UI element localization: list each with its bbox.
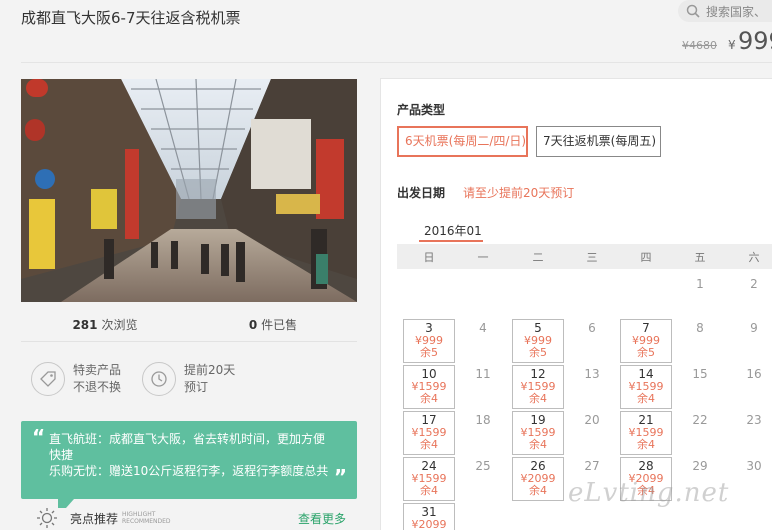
calendar-day: 9 bbox=[750, 321, 758, 335]
departure-date-title: 出发日期 bbox=[397, 186, 446, 200]
sold-count: 0 bbox=[248, 318, 258, 332]
calendar-day: 23 bbox=[746, 413, 762, 427]
calendar-day: 20 bbox=[584, 413, 600, 427]
option-6-day-ticket[interactable]: 6天机票(每周二/四/日) bbox=[397, 126, 528, 157]
weekday-label: 二 bbox=[532, 251, 544, 264]
weekday-label: 五 bbox=[694, 251, 706, 264]
calendar-day-available[interactable]: 17 ¥1599 余4 bbox=[403, 411, 455, 455]
calendar-day: 30 bbox=[746, 459, 762, 473]
calendar-day: 1 bbox=[696, 277, 704, 291]
feature-line1: 特卖产品 bbox=[73, 363, 122, 377]
seats-remaining: 余5 bbox=[420, 346, 438, 359]
seats-remaining: 余4 bbox=[420, 438, 438, 451]
calendar-day-available[interactable]: 14 ¥1599 余4 bbox=[620, 365, 672, 409]
seats-remaining: 余4 bbox=[637, 438, 655, 451]
product-photo[interactable] bbox=[21, 79, 357, 302]
seats-remaining: 余4 bbox=[529, 438, 547, 451]
weekday-label: 日 bbox=[423, 251, 435, 264]
search-icon bbox=[686, 4, 700, 18]
highlight-row: 亮点推荐 HIGHLIGHT RECOMMENDED 查看更多 bbox=[36, 507, 346, 529]
seats-remaining: 余4 bbox=[529, 484, 547, 497]
highlight-subtitle: HIGHLIGHT RECOMMENDED bbox=[122, 511, 171, 525]
month-tab[interactable]: 2016年01 bbox=[424, 222, 482, 239]
calendar-day: 4 bbox=[479, 321, 487, 335]
clock-icon bbox=[142, 362, 176, 396]
calendar-day-available[interactable]: 31 ¥2099 bbox=[403, 503, 455, 530]
calendar-day: 15 bbox=[692, 367, 708, 381]
calendar-day: 27 bbox=[584, 459, 600, 473]
tag-icon bbox=[31, 362, 65, 396]
search-placeholder: 搜索国家、 bbox=[706, 4, 767, 19]
highlight-sub1: HIGHLIGHT bbox=[122, 511, 156, 518]
booking-hint: 请至少提前20天预订 bbox=[463, 186, 575, 200]
option-7-day-roundtrip[interactable]: 7天往返机票(每周五) bbox=[536, 126, 661, 157]
views-stat: 281 次浏览 bbox=[21, 310, 189, 341]
page-title: 成都直飞大阪6-7天往返含税机票 bbox=[21, 9, 241, 27]
calendar-day: 22 bbox=[692, 413, 708, 427]
feature-advance-booking: 提前20天 预订 bbox=[142, 362, 235, 396]
weekday-label: 四 bbox=[640, 251, 652, 264]
calendar-day-available[interactable]: 10 ¥1599 余4 bbox=[403, 365, 455, 409]
search-input[interactable]: 搜索国家、 bbox=[678, 0, 772, 22]
calendar-day: 16 bbox=[746, 367, 762, 381]
calendar-day-available[interactable]: 26 ¥2099 余4 bbox=[512, 457, 564, 501]
sold-label: 件已售 bbox=[261, 318, 298, 332]
calendar-day-available[interactable]: 12 ¥1599 余4 bbox=[512, 365, 564, 409]
open-quote-icon: “ bbox=[32, 425, 46, 449]
original-price: ¥4680 bbox=[682, 39, 717, 52]
promo-line: 乐购无忧：赠送10公斤返程行李，返程行李额度总共 bbox=[49, 464, 329, 478]
product-type-title: 产品类型 bbox=[397, 103, 446, 117]
seats-remaining: 余4 bbox=[420, 484, 438, 497]
calendar-day: 13 bbox=[584, 367, 600, 381]
calendar-day: 6 bbox=[588, 321, 596, 335]
feature-special-sale: 特卖产品 不退不换 bbox=[31, 362, 121, 396]
promo-box: “ 直飞航班：成都直飞大阪，省去转机时间，更加方便 快捷 乐购无忧：赠送10公斤… bbox=[21, 421, 357, 499]
day-price: ¥2099 bbox=[411, 518, 447, 530]
calendar-day-available[interactable]: 24 ¥1599 余4 bbox=[403, 457, 455, 501]
calendar-day: 11 bbox=[475, 367, 491, 381]
calendar-day-available[interactable]: 7 ¥999 余5 bbox=[620, 319, 672, 363]
promo-line: 快捷 bbox=[49, 448, 74, 462]
seats-remaining: 余4 bbox=[529, 392, 547, 405]
close-quote-icon: ” bbox=[333, 465, 347, 489]
calendar-day-available[interactable]: 3 ¥999 余5 bbox=[403, 319, 455, 363]
calendar-day-available[interactable]: 21 ¥1599 余4 bbox=[620, 411, 672, 455]
calendar-day: 8 bbox=[696, 321, 704, 335]
seats-remaining: 余5 bbox=[637, 346, 655, 359]
price-currency: ¥ bbox=[728, 38, 736, 52]
seats-remaining: 余4 bbox=[637, 392, 655, 405]
highlight-sub2: RECOMMENDED bbox=[122, 518, 171, 525]
sun-icon bbox=[37, 508, 57, 528]
feature-line2: 预订 bbox=[184, 380, 209, 394]
calendar-day-available[interactable]: 19 ¥1599 余4 bbox=[512, 411, 564, 455]
watermark: eLvting.net bbox=[568, 478, 730, 508]
calendar-day: 25 bbox=[475, 459, 491, 473]
views-count: 281 bbox=[72, 318, 98, 332]
header-divider bbox=[21, 62, 772, 63]
current-price: 999 bbox=[738, 27, 772, 55]
seats-remaining: 余4 bbox=[420, 392, 438, 405]
month-tab-underline bbox=[419, 240, 483, 242]
views-label: 次浏览 bbox=[101, 318, 138, 332]
shopping-arcade-image bbox=[21, 79, 357, 302]
calendar-day: 29 bbox=[692, 459, 708, 473]
highlight-title: 亮点推荐 bbox=[70, 511, 119, 526]
seats-remaining: 余5 bbox=[529, 346, 547, 359]
calendar-day: 18 bbox=[475, 413, 491, 427]
weekday-label: 一 bbox=[477, 251, 489, 264]
feature-line1: 提前20天 bbox=[184, 363, 236, 377]
weekday-label: 三 bbox=[586, 251, 598, 264]
sold-stat: 0 件已售 bbox=[189, 310, 357, 341]
promo-line: 直飞航班：成都直飞大阪，省去转机时间，更加方便 bbox=[49, 432, 326, 446]
view-more-link[interactable]: 查看更多 bbox=[298, 510, 346, 527]
weekday-label: 六 bbox=[748, 251, 760, 264]
feature-line2: 不退不换 bbox=[73, 380, 122, 394]
calendar-day-available[interactable]: 5 ¥999 余5 bbox=[512, 319, 564, 363]
calendar-day: 2 bbox=[750, 277, 758, 291]
product-stats: 281 次浏览 0 件已售 bbox=[21, 310, 357, 342]
